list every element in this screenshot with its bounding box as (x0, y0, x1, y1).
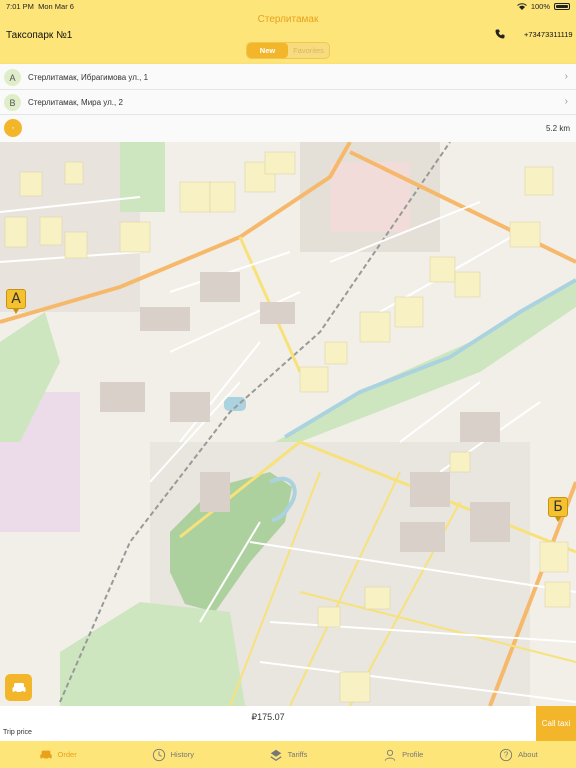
call-taxi-button[interactable]: Call taxi (536, 706, 576, 741)
order-type-switch: New Favorites (246, 42, 330, 59)
tab-history[interactable]: History (115, 741, 230, 768)
address-row-from[interactable]: A Стерлитамак, Ибрагимова ул., 1 › (0, 65, 576, 90)
city-title: Стерлитамак (257, 14, 319, 25)
car-locate-button[interactable] (5, 674, 32, 701)
chevron-right-icon: › (564, 71, 568, 82)
tariffs-icon (269, 749, 282, 761)
top-bar: 7:01 PM Mon Mar 6 100% Стерлитамак Таксо… (0, 0, 576, 64)
question-icon: ? (499, 748, 513, 761)
status-right: 100% (516, 2, 570, 11)
pickup-marker-icon: A (4, 69, 21, 86)
price-bar: ₽175.07 Trip price Call taxi (0, 706, 576, 741)
phone-number[interactable]: +73473311119 (524, 30, 573, 39)
car-icon (12, 682, 25, 694)
route-summary: ◦ 5.2 km (0, 115, 576, 142)
marker-pointer (13, 309, 19, 314)
destination-address: Стерлитамак, Мира ул., 2 (28, 98, 123, 107)
clock-icon (152, 748, 165, 761)
car-icon (39, 750, 52, 760)
end-map-marker[interactable]: Б (548, 497, 568, 522)
trip-price-value: ₽175.07 (251, 712, 285, 722)
address-panel: A Стерлитамак, Ибрагимова ул., 1 › B Сте… (0, 64, 576, 142)
route-distance: 5.2 km (545, 124, 570, 133)
tab-about-label: About (518, 750, 538, 759)
tab-order[interactable]: Order (0, 741, 115, 768)
route-icon[interactable]: ◦ (4, 119, 22, 137)
tab-favorites[interactable]: Favorites (288, 43, 329, 58)
tab-about[interactable]: ? About (461, 741, 576, 768)
map-view[interactable] (0, 142, 576, 706)
end-marker-label: Б (548, 497, 568, 517)
wifi-icon (516, 3, 527, 10)
pickup-address: Стерлитамак, Ибрагимова ул., 1 (28, 73, 149, 82)
svg-text:?: ? (504, 750, 509, 759)
tab-profile[interactable]: Profile (346, 741, 461, 768)
chevron-right-icon: › (564, 96, 568, 107)
tab-history-label: History (170, 750, 194, 759)
status-time: 7:01 PM Mon Mar 6 (6, 2, 74, 11)
trip-price-label: Trip price (3, 729, 32, 736)
tab-new[interactable]: New (247, 43, 288, 58)
phone-icon[interactable] (495, 29, 505, 39)
tab-tariffs[interactable]: Tariffs (230, 741, 345, 768)
battery-percent: 100% (530, 2, 550, 11)
tab-tariffs-label: Tariffs (287, 750, 308, 759)
start-marker-label: А (6, 289, 26, 309)
profile-icon (384, 749, 396, 761)
map-canvas[interactable] (0, 142, 576, 706)
bottom-tab-bar: Order History Tariffs Profile ? About (0, 741, 576, 768)
address-row-to[interactable]: B Стерлитамак, Мира ул., 2 › (0, 90, 576, 115)
marker-pointer (555, 517, 561, 522)
status-bar: 7:01 PM Mon Mar 6 100% (0, 0, 576, 12)
tab-order-label: Order (57, 750, 77, 759)
taxi-park-name[interactable]: Таксопарк №1 (6, 30, 72, 41)
tab-profile-label: Profile (402, 750, 424, 759)
destination-marker-icon: B (4, 94, 21, 111)
start-map-marker[interactable]: А (6, 289, 26, 314)
battery-icon (554, 3, 570, 10)
